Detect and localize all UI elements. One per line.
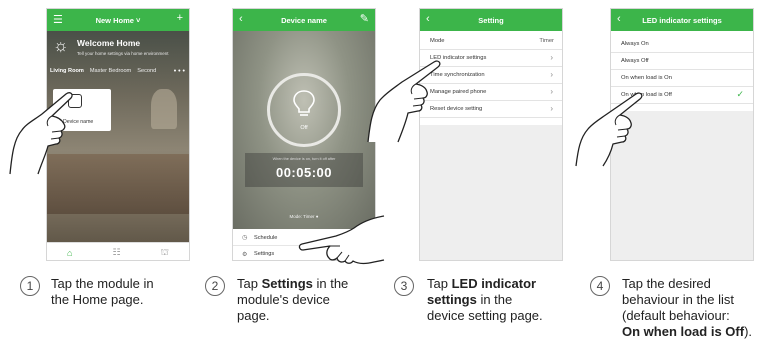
edit-icon[interactable]: ✎ [360, 12, 369, 25]
empty-area [420, 125, 562, 260]
step-caption-4: Tap the desired behaviour in the list (d… [622, 276, 770, 340]
option-label: On when load is On [621, 75, 672, 81]
caption-text: Tap [427, 276, 452, 291]
lamp-decoration [151, 89, 177, 129]
caption-line: Tap Settings in the [237, 276, 387, 292]
option-label: Always Off [621, 58, 649, 64]
welcome-subtitle: Tell your home settings via home environ… [77, 51, 169, 56]
caption-line: Tap the module in [51, 276, 154, 291]
caption-text: ). [744, 324, 753, 339]
mode-value: Timer [539, 38, 554, 44]
step-caption-3: Tap LED indicator settings in the device… [427, 276, 587, 324]
room-tabs: Living Room Master Bedroom Second • • • [47, 64, 189, 78]
option-always-on[interactable]: Always On [611, 36, 753, 53]
tab-second[interactable]: Second [137, 68, 156, 74]
led-settings-title: LED indicator settings [642, 15, 722, 25]
chevron-right-icon: › [550, 53, 553, 62]
top-bar: ☰ New Home ˅ + [47, 9, 189, 31]
settings-label: Settings [254, 251, 275, 257]
caption-line: behaviour in the list [622, 292, 735, 307]
timer-panel[interactable]: When the device is on, turn it off after… [245, 153, 363, 187]
caption-line: Tap LED indicator [427, 276, 587, 292]
pointing-hand-icon [367, 60, 441, 143]
home-icon[interactable]: ⌂ [67, 248, 72, 258]
pointing-hand-icon [9, 92, 73, 175]
chevron-right-icon: › [550, 70, 553, 79]
caption-bold: On when load is Off [622, 324, 745, 339]
gear-icon: ⚙ [242, 251, 248, 258]
step-caption-2: Tap Settings in the module's device page… [237, 276, 387, 324]
sun-icon: ☼ [53, 36, 69, 55]
step-number-1: 1 [20, 276, 40, 296]
caption-line: the Home page. [51, 292, 144, 307]
caption-text: in the [312, 276, 349, 291]
device-title: Device name [281, 15, 327, 25]
step-number-3: 3 [394, 276, 414, 296]
top-bar: ‹ LED indicator settings [611, 9, 753, 31]
step-number-2: 2 [205, 276, 225, 296]
chevron-right-icon: › [550, 104, 553, 113]
welcome-title: Welcome Home [77, 38, 141, 48]
back-icon[interactable]: ‹ [239, 13, 243, 25]
setting-title: Setting [478, 15, 504, 25]
bottom-nav: ⌂ ☷ ⛫ [47, 242, 189, 260]
caption-text: in the [476, 292, 513, 307]
tab-living-room[interactable]: Living Room [50, 68, 84, 74]
caption-line: module's device [237, 292, 330, 307]
caption-bold: settings [427, 292, 477, 307]
power-status: Off [300, 125, 308, 131]
grid-icon[interactable]: ☷ [113, 247, 121, 258]
option-label: Always On [621, 41, 649, 47]
chevron-right-icon: › [550, 87, 553, 96]
caption-line: (default behaviour: [622, 308, 730, 323]
caption-bold: LED indicator [451, 276, 537, 291]
top-bar: ‹ Setting [420, 9, 562, 31]
caption-line: device setting page. [427, 308, 543, 323]
check-icon: ✓ [736, 89, 744, 99]
pointing-hand-icon [298, 215, 385, 265]
home-title[interactable]: New Home ˅ [96, 16, 141, 25]
bulb-icon [293, 90, 315, 116]
timer-caption: When the device is on, turn it off after [272, 157, 336, 161]
step-caption-1: Tap the module in the Home page. [51, 276, 191, 308]
timer-value: 00:05:00 [275, 165, 333, 180]
option-always-off[interactable]: Always Off [611, 53, 753, 70]
scene-icon[interactable]: ⛫ [161, 247, 169, 259]
top-bar: ‹ Device name ✎ [233, 9, 375, 31]
caption-line: On when load is Off). [622, 324, 770, 340]
caption-text: Tap [237, 276, 262, 291]
caption-line: Tap the desired [622, 276, 711, 291]
more-icon[interactable]: • • • [174, 68, 189, 75]
menu-icon[interactable]: ☰ [53, 13, 63, 26]
caption-bold: Settings [261, 276, 313, 291]
back-icon[interactable]: ‹ [426, 13, 430, 25]
step-number-4: 4 [590, 276, 610, 296]
caption-line: page. [237, 308, 270, 323]
pointing-hand-icon [575, 92, 643, 167]
schedule-label: Schedule [254, 234, 278, 241]
add-icon[interactable]: + [177, 12, 183, 24]
tab-master-bedroom[interactable]: Master Bedroom [90, 68, 131, 74]
back-icon[interactable]: ‹ [617, 13, 621, 25]
clock-icon: ◷ [242, 235, 248, 241]
mode-label: Mode [430, 38, 445, 44]
caption-line: settings in the [427, 292, 587, 308]
